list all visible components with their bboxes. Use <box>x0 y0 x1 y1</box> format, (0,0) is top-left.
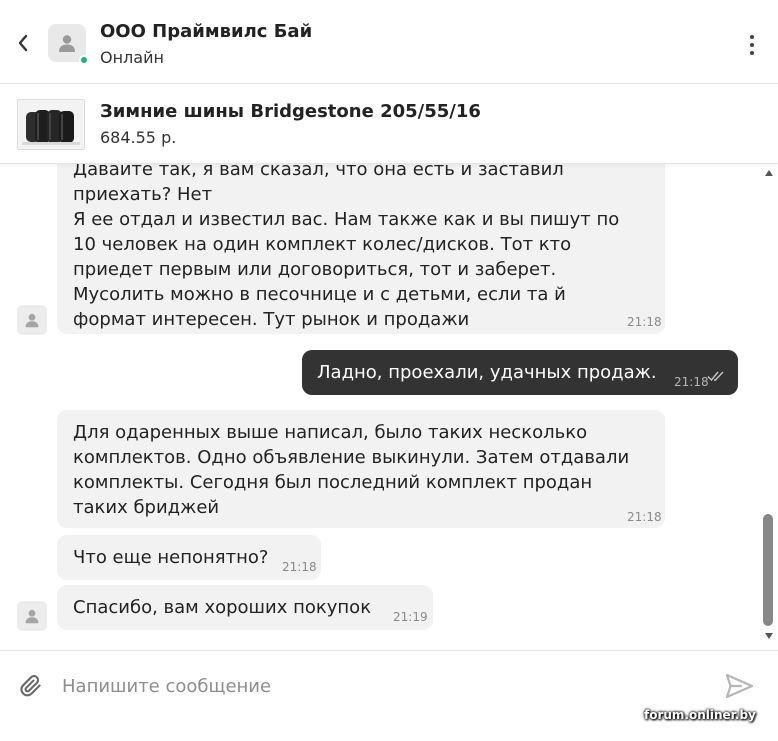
message-line: формат интересен. Тут рынок и продажи <box>73 309 470 330</box>
message-line: Мусолить можно в песочнице и с детьми, е… <box>73 284 566 305</box>
tires-image <box>18 100 84 149</box>
incoming-message: Для одаренных выше написал, было таких н… <box>57 410 665 528</box>
product-price: 684.55 р. <box>100 128 177 147</box>
message-text: Что еще непонятно? <box>73 547 269 568</box>
message-time: 21:19 <box>393 610 428 624</box>
message-time: 21:18 <box>674 375 709 389</box>
chat-header: ООО Праймвилс Бай Онлайн <box>0 0 778 84</box>
seller-name[interactable]: ООО Праймвилс Бай <box>100 21 312 42</box>
scroll-thumb[interactable] <box>763 514 773 626</box>
product-title[interactable]: Зимние шины Bridgestone 205/55/16 <box>100 101 481 122</box>
message-line: комплекты. Сегодня был последний комплек… <box>73 472 593 493</box>
sender-avatar[interactable] <box>17 305 47 335</box>
chevron-left-icon <box>18 34 28 52</box>
more-vertical-icon-dot <box>750 51 754 55</box>
double-check-icon <box>707 371 724 382</box>
message-scrollbar[interactable] <box>760 164 778 650</box>
message-list[interactable]: Давайте так, я вам сказал, что она есть … <box>0 164 760 650</box>
sender-avatar[interactable] <box>17 601 47 631</box>
incoming-message: Что еще непонятно? 21:18 <box>57 535 321 580</box>
scroll-up-arrow-icon[interactable] <box>765 170 773 176</box>
message-line: 10 человек на один комплект колес/дисков… <box>73 234 572 255</box>
online-indicator <box>79 55 89 65</box>
user-icon <box>59 35 75 52</box>
outgoing-message: Ладно, проехали, удачных продаж. 21:18 <box>302 350 738 395</box>
watermark: forum.onliner.by <box>644 708 756 722</box>
user-icon <box>25 313 39 328</box>
message-text: Для одаренных выше написал, было таких н… <box>73 420 629 520</box>
more-options-button[interactable] <box>742 32 762 58</box>
message-time: 21:18 <box>627 315 662 329</box>
seller-status: Онлайн <box>100 48 164 67</box>
message-input[interactable] <box>62 669 702 703</box>
paperclip-icon <box>20 674 41 697</box>
message-line: Для одаренных выше написал, было таких н… <box>73 422 588 443</box>
send-button[interactable] <box>724 671 754 701</box>
message-text: Давайте так, я вам сказал, что она есть … <box>73 164 619 332</box>
message-time: 21:18 <box>627 510 662 524</box>
product-thumbnail[interactable] <box>17 99 85 150</box>
more-vertical-icon-dot <box>750 43 754 47</box>
message-text: Ладно, проехали, удачных продаж. <box>317 362 657 383</box>
incoming-message: Давайте так, я вам сказал, что она есть … <box>57 164 665 334</box>
send-icon <box>725 673 754 699</box>
message-line: приехать? Нет <box>73 184 213 205</box>
message-time: 21:18 <box>282 560 317 574</box>
back-button[interactable] <box>12 30 34 56</box>
scroll-down-arrow-icon[interactable] <box>765 633 773 639</box>
attach-button[interactable] <box>18 673 44 699</box>
more-vertical-icon <box>750 35 754 39</box>
user-icon <box>25 609 39 624</box>
message-line: Я ее отдал и известил вас. Нам также как… <box>73 209 620 230</box>
message-text: Спасибо, вам хороших покупок <box>73 597 372 618</box>
product-card[interactable]: Зимние шины Bridgestone 205/55/16 684.55… <box>0 84 778 164</box>
message-line: таких бриджей <box>73 497 220 518</box>
message-line: приедет первым или договориться, тот и з… <box>73 259 557 280</box>
incoming-message: Спасибо, вам хороших покупок 21:19 <box>57 585 433 630</box>
message-line: Давайте так, я вам сказал, что она есть … <box>73 164 564 180</box>
message-line: комплектов. Одно объявление выкинули. За… <box>73 447 630 468</box>
